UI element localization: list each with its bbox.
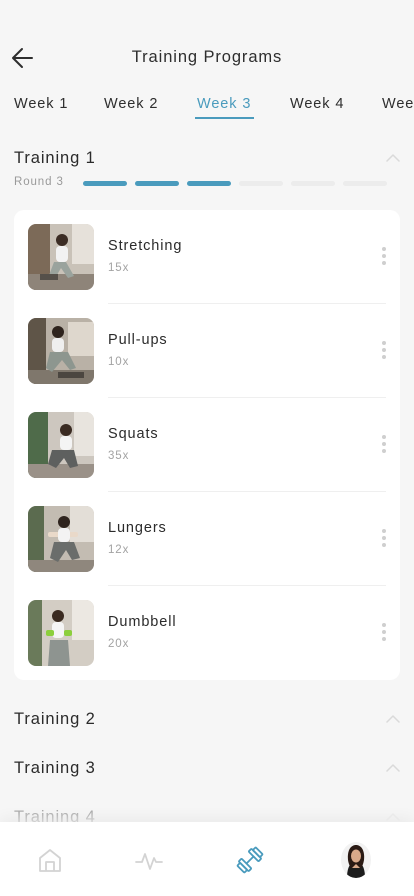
week-tabs: Week 1 Week 2 Week 3 Week 4 Week 5	[0, 96, 414, 124]
progress-segment-pending	[343, 181, 387, 186]
tab-week-5[interactable]: Week 5	[382, 96, 414, 112]
chevron-up-icon	[386, 154, 400, 162]
exercise-thumbnail	[28, 600, 94, 666]
dumbbell-icon	[236, 846, 264, 874]
exercise-list: Stretching 15x Pull-ups 10x Squats 35x L…	[14, 210, 400, 680]
nav-workouts[interactable]	[234, 844, 266, 876]
training-title: Training 3	[14, 759, 96, 777]
exercise-item[interactable]: Lungers 12x	[14, 492, 400, 586]
exercise-thumbnail	[28, 412, 94, 478]
exercise-name: Squats	[108, 426, 159, 442]
exercise-name: Lungers	[108, 520, 167, 536]
progress-segment-pending	[239, 181, 283, 186]
progress-segment-pending	[291, 181, 335, 186]
exercise-name: Dumbbell	[108, 614, 177, 630]
more-options-icon[interactable]	[379, 341, 389, 361]
exercise-item[interactable]: Stretching 15x	[14, 210, 400, 304]
exercise-thumbnail	[28, 506, 94, 572]
tab-week-1[interactable]: Week 1	[14, 96, 68, 112]
profile-avatar[interactable]	[341, 842, 371, 878]
exercise-reps: 35x	[108, 450, 130, 462]
page-title: Training Programs	[131, 48, 283, 66]
exercise-item[interactable]: Pull-ups 10x	[14, 304, 400, 398]
nav-activity[interactable]	[133, 844, 165, 876]
home-icon	[39, 849, 61, 872]
exercise-thumbnail	[28, 318, 94, 384]
active-tab-indicator	[195, 117, 254, 119]
chevron-up-icon	[386, 715, 400, 723]
progress-segment-complete	[135, 181, 179, 186]
progress-segment-complete	[187, 181, 231, 186]
exercise-thumbnail	[28, 224, 94, 290]
activity-icon	[135, 853, 163, 870]
chevron-up-icon	[386, 764, 400, 772]
training-title: Training 2	[14, 710, 96, 728]
training-title: Training 1	[14, 149, 96, 167]
chevron-up-icon	[386, 813, 400, 821]
training-3-header[interactable]: Training 3	[14, 759, 400, 783]
exercise-reps: 10x	[108, 356, 130, 368]
header: Training Programs	[0, 0, 414, 88]
nav-home[interactable]	[34, 844, 66, 876]
training-2-header[interactable]: Training 2	[14, 710, 400, 734]
more-options-icon[interactable]	[379, 247, 389, 267]
more-options-icon[interactable]	[379, 623, 389, 643]
exercise-reps: 15x	[108, 262, 130, 274]
more-options-icon[interactable]	[379, 529, 389, 549]
tab-week-4[interactable]: Week 4	[290, 96, 344, 112]
tab-week-3[interactable]: Week 3	[197, 96, 251, 112]
training-1-header[interactable]: Training 1	[14, 149, 400, 173]
more-options-icon[interactable]	[379, 435, 389, 455]
exercise-name: Stretching	[108, 238, 183, 254]
tab-week-2[interactable]: Week 2	[104, 96, 158, 112]
exercise-reps: 12x	[108, 544, 130, 556]
exercise-item[interactable]: Dumbbell 20x	[14, 586, 400, 680]
exercise-reps: 20x	[108, 638, 130, 650]
progress-segment-complete	[83, 181, 127, 186]
round-progress-row: Round 3	[14, 176, 400, 190]
exercise-name: Pull-ups	[108, 332, 168, 348]
exercise-item[interactable]: Squats 35x	[14, 398, 400, 492]
bottom-nav	[0, 822, 414, 896]
